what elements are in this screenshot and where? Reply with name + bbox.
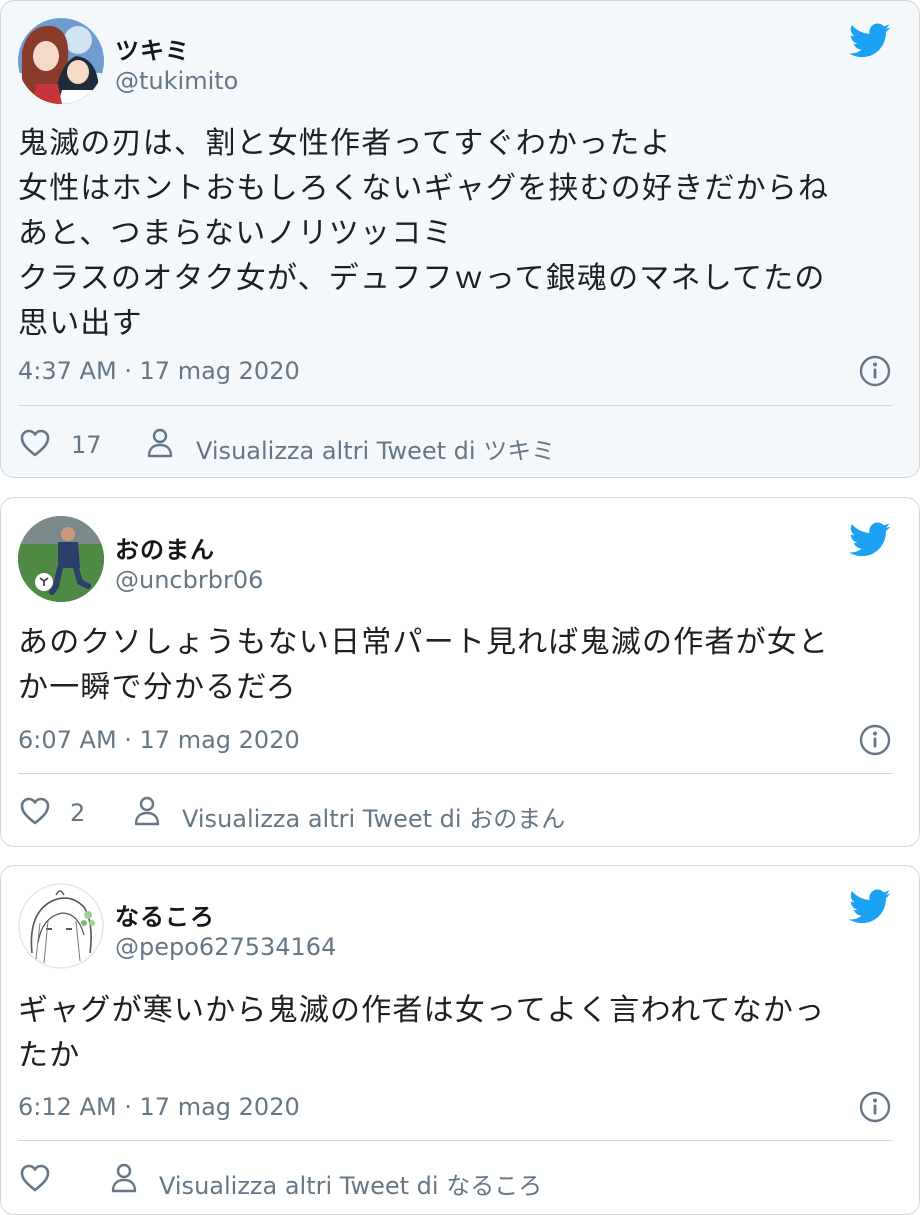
info-icon[interactable] <box>859 355 891 387</box>
info-icon[interactable] <box>859 724 891 756</box>
tweet-text-line: 鬼滅の刃は、割と女性作者ってすぐわかったよ <box>18 126 672 161</box>
info-icon[interactable] <box>859 1091 891 1123</box>
view-more-tweets-link[interactable]: Visualizza altri Tweet di おのまん <box>182 799 565 834</box>
timestamp[interactable]: 6:07 AM · 17 mag 2020 <box>18 726 300 754</box>
twitter-bird-icon[interactable] <box>849 23 891 59</box>
avatar[interactable] <box>18 516 104 602</box>
tweet-card: おのまん @uncbrbr06 あのクソしょうもない日常パート見れば鬼滅の作者が… <box>0 497 920 847</box>
timestamp[interactable]: 4:37 AM · 17 mag 2020 <box>18 357 300 385</box>
tweet-text-line: クラスのオタク女が、デュフフｗって銀魂のマネしてたの <box>18 261 826 296</box>
like-count[interactable]: 17 <box>71 431 102 459</box>
anime-girls-avatar-icon <box>18 18 104 104</box>
like-count[interactable]: 2 <box>70 799 85 827</box>
timestamp[interactable]: 6:12 AM · 17 mag 2020 <box>18 1093 300 1121</box>
tweet-card: ツキミ @tukimito 鬼滅の刃は、割と女性作者ってすぐわかったよ 女性はホ… <box>0 0 920 478</box>
person-icon[interactable] <box>134 796 160 826</box>
divider <box>18 405 893 406</box>
view-more-tweets-link[interactable]: Visualizza altri Tweet di ツキミ <box>196 431 555 466</box>
user-handle[interactable]: @tukimito <box>115 67 238 95</box>
display-name[interactable]: ツキミ <box>115 31 190 66</box>
heart-icon[interactable] <box>20 1164 50 1192</box>
tweet-text-line: 女性はホントおもしろくないギャグを挟むの好きだからね <box>18 171 830 206</box>
divider <box>18 773 893 774</box>
tweet-text: ギャグが寒いから鬼滅の作者は女ってよく言われてなかっ たか <box>18 988 899 1078</box>
tweet-text-line: 思い出す <box>18 306 143 341</box>
soccer-player-avatar-icon <box>18 516 104 602</box>
tweet-text: あのクソしょうもない日常パート見れば鬼滅の作者が女と か一瞬で分かるだろ <box>18 620 899 710</box>
heart-icon[interactable] <box>20 797 50 825</box>
user-handle[interactable]: @pepo627534164 <box>115 933 336 961</box>
tweet-text-line: あのクソしょうもない日常パート見れば鬼滅の作者が女と <box>18 625 830 660</box>
person-icon[interactable] <box>111 1163 137 1193</box>
view-more-tweets-link[interactable]: Visualizza altri Tweet di なるころ <box>159 1166 542 1201</box>
tweet-text-line: あと、つまらないノリツッコミ <box>18 216 454 251</box>
sketch-girl-avatar-icon <box>18 883 104 969</box>
display-name[interactable]: おのまん <box>115 530 215 565</box>
tweet-card: なるころ @pepo627534164 ギャグが寒いから鬼滅の作者は女ってよく言… <box>0 865 920 1215</box>
tweet-text-line: たか <box>18 1038 81 1073</box>
person-icon[interactable] <box>147 428 173 458</box>
display-name[interactable]: なるころ <box>115 897 215 932</box>
twitter-bird-icon[interactable] <box>849 889 891 925</box>
tweet-text-line: か一瞬で分かるだろ <box>18 670 297 705</box>
tweet-text-line: ギャグが寒いから鬼滅の作者は女ってよく言われてなかっ <box>18 993 826 1028</box>
divider <box>18 1140 893 1141</box>
tweet-text: 鬼滅の刃は、割と女性作者ってすぐわかったよ 女性はホントおもしろくないギャグを挟… <box>18 121 899 346</box>
heart-icon[interactable] <box>20 429 50 457</box>
twitter-bird-icon[interactable] <box>849 522 891 558</box>
user-handle[interactable]: @uncbrbr06 <box>115 566 263 594</box>
avatar[interactable] <box>18 883 104 969</box>
avatar[interactable] <box>18 18 104 104</box>
